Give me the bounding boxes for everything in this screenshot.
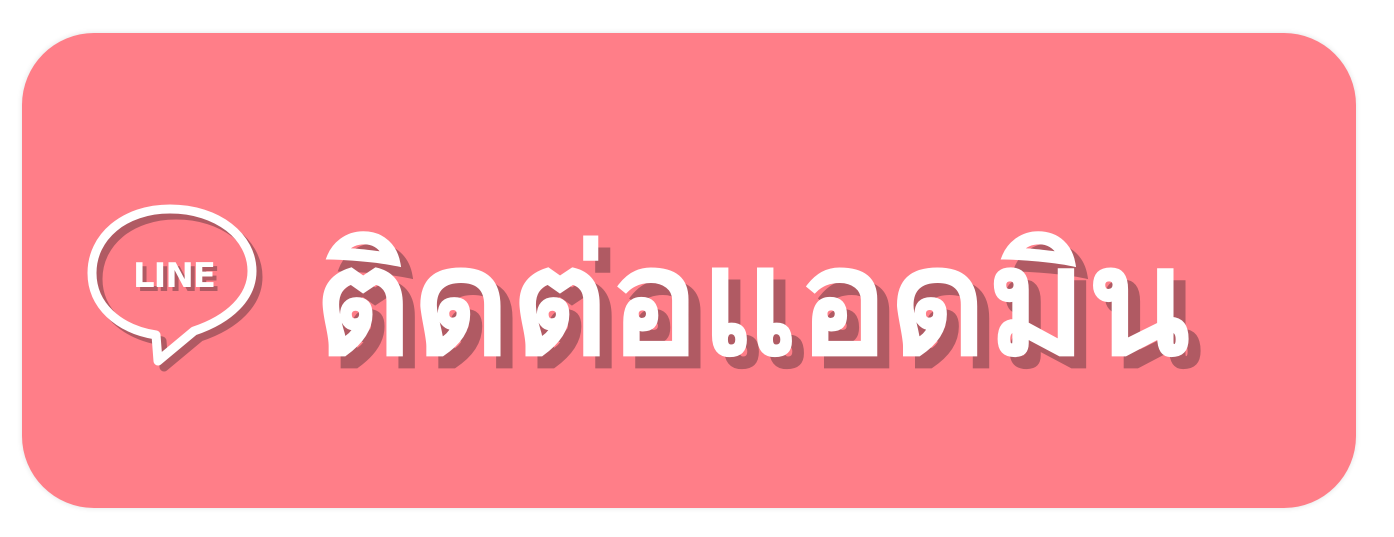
line-logo-icon: LINE LINE [86, 201, 266, 372]
line-logo-text: LINE [133, 256, 215, 296]
contact-admin-label: ติดต่อแอดมิน [314, 216, 1191, 390]
contact-admin-button[interactable]: LINE LINE ติดต่อแอดมิน [22, 33, 1356, 508]
line-chat-bubble-icon: LINE LINE [87, 204, 263, 372]
page-canvas: LINE LINE ติดต่อแอดมิน [0, 0, 1394, 537]
